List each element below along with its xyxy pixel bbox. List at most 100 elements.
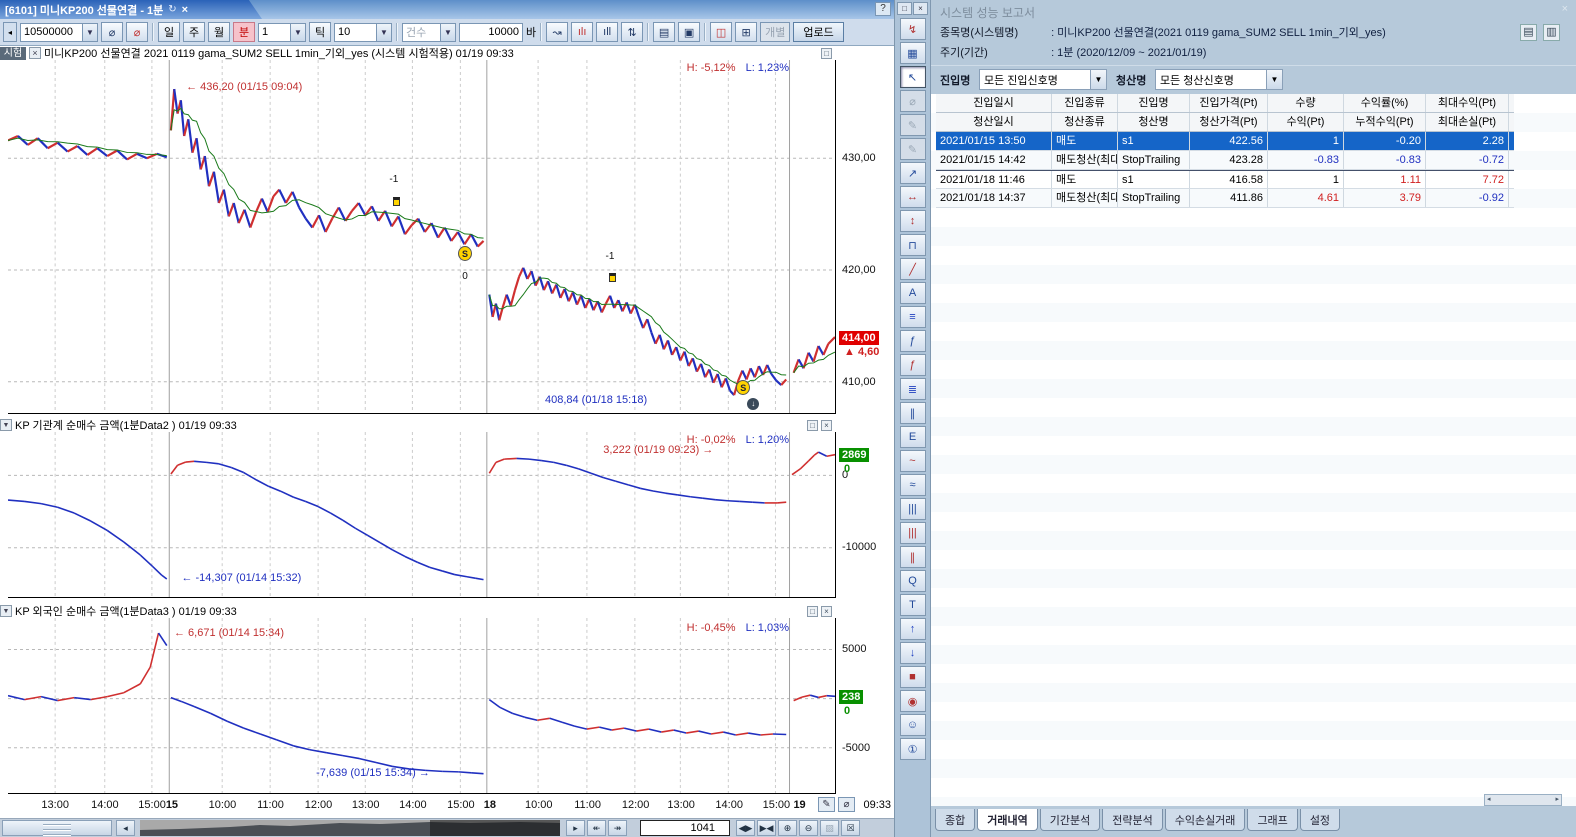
text-tool-icon[interactable]: A [900, 282, 926, 304]
info-icon[interactable]: ① [900, 738, 926, 760]
close-scroll-button[interactable]: ☒ [841, 820, 860, 836]
fibonacci-fan-icon[interactable]: ƒ [900, 354, 926, 376]
fast-forward-button[interactable]: ↠ [608, 820, 627, 836]
record-icon[interactable]: ◉ [900, 690, 926, 712]
pane-close-icon[interactable]: × [821, 606, 832, 617]
report-tab-2[interactable]: 거래내역 [977, 809, 1037, 831]
upload-button[interactable]: 업로드 [793, 22, 843, 42]
report-tab-5[interactable]: 수익손실거래 [1165, 809, 1246, 831]
arrow-down-icon[interactable]: ↓ [900, 642, 926, 664]
sort-updown-icon[interactable]: ⇅ [621, 22, 643, 42]
quote-icon[interactable]: Q [900, 570, 926, 592]
period-month-button[interactable]: 월 [208, 22, 230, 42]
fibonacci-icon[interactable]: ƒ [900, 330, 926, 352]
stop-icon[interactable]: ■ [900, 666, 926, 688]
report-close-icon[interactable]: × [1562, 3, 1568, 15]
channel-icon[interactable]: ⊓ [900, 234, 926, 256]
bars-red-icon[interactable]: ||| [900, 522, 926, 544]
report-tab-3[interactable]: 기간분석 [1040, 809, 1100, 831]
pane-dropdown-icon[interactable]: ▼ [0, 605, 12, 617]
save-report-icon[interactable]: ▤ [1520, 24, 1537, 41]
institutional-pane-title: KP 기관계 순매수 금액(1분Data2 ) 01/19 09:33 [15, 417, 237, 433]
capture-icon[interactable]: ▣ [678, 22, 700, 42]
chart-window-tab[interactable]: [6101] 미니KP200 선물연결 - 1분 ↻ × [0, 0, 262, 19]
curve-icon[interactable]: ~ [900, 450, 926, 472]
fast-back-button[interactable]: ↞ [587, 820, 606, 836]
refresh-icon[interactable]: ↯ [900, 18, 926, 40]
trendline-chart-icon[interactable]: ↗ [900, 162, 926, 184]
scroll-left-icon[interactable]: ◂ [116, 820, 135, 836]
exit-filter-select[interactable]: 모든 청산신호명▼ [1155, 69, 1283, 90]
pane-dropdown-icon[interactable]: ▼ [0, 419, 12, 431]
pane-close-icon[interactable]: × [821, 420, 832, 431]
elliott-wave-icon[interactable]: Ε [900, 426, 926, 448]
hatch-icon[interactable]: ∥ [900, 546, 926, 568]
expand-button[interactable]: ◀▶ [736, 820, 755, 836]
close-window-button[interactable]: × [913, 2, 928, 15]
smiley-icon[interactable]: ☺ [900, 714, 926, 736]
wave-icon[interactable]: ≈ [900, 474, 926, 496]
trade-row[interactable]: 2021/01/18 14:37매도청산(최대StopTrailing411.8… [936, 189, 1514, 208]
report-tab-1[interactable]: 종합 [935, 809, 975, 831]
table-hscrollbar[interactable]: ◂▸ [1484, 794, 1562, 806]
pane-restore-icon[interactable]: □ [807, 606, 818, 617]
entry-filter-select[interactable]: 모든 진입신호명▼ [979, 69, 1107, 90]
period-minute-button[interactable]: 분 [233, 22, 255, 42]
minimap-visible-range[interactable] [430, 820, 560, 836]
restore-window-button[interactable]: □ [897, 2, 912, 15]
search-icon[interactable]: ⌀ [101, 22, 123, 42]
grid-chart-icon[interactable]: ⊞ [735, 22, 757, 42]
foreigner-net-buy-chart[interactable]: H: -0,45%L: 1,03% ← 6,671 (01/14 15:34)-… [8, 618, 836, 794]
pane-maximize-icon[interactable]: □ [821, 48, 832, 59]
trade-row[interactable]: 2021/01/15 14:42매도청산(최대StopTrailing423.2… [936, 151, 1514, 170]
collapse-button[interactable]: ▶◀ [757, 820, 776, 836]
bar-counter[interactable]: 1041 [640, 820, 730, 836]
cursor-icon[interactable]: ↖ [900, 66, 926, 88]
chart-minimap[interactable] [140, 820, 560, 836]
tick-button[interactable]: 틱 [309, 22, 331, 42]
chart-scrollbar[interactable]: ◂ 1041 ▸↞↠◀▶▶◀⊕⊖▨☒ [0, 818, 894, 837]
scrollbar-thumb[interactable] [2, 820, 112, 836]
horizontal-lines-icon[interactable]: ≡ [900, 306, 926, 328]
help-button[interactable]: ? [875, 2, 891, 16]
tab-close-icon[interactable]: × [182, 4, 188, 16]
pane-restore-icon[interactable]: □ [807, 420, 818, 431]
parallel-lines-icon[interactable]: ∥ [900, 402, 926, 424]
trade-row[interactable]: 2021/01/18 11:46매도s1416.5811.117.72 [936, 170, 1514, 189]
account-select[interactable]: 10500000▼ [20, 23, 98, 42]
tick-value-select[interactable]: 10▼ [334, 23, 392, 42]
minute-value-select[interactable]: 1▼ [258, 23, 306, 42]
label-icon[interactable]: T [900, 594, 926, 616]
print-report-icon[interactable]: ▥ [1543, 24, 1560, 41]
report-tab-6[interactable]: 그래프 [1247, 809, 1297, 831]
zoom-in-button[interactable]: ⊕ [778, 820, 797, 836]
zoom-out-button[interactable]: ⊖ [799, 820, 818, 836]
trade-row[interactable]: 2021/01/15 13:50매도s1422.561-0.202.28 [936, 132, 1514, 151]
grid-layout-icon[interactable]: ▦ [900, 42, 926, 64]
multi-line-icon[interactable]: ≣ [900, 378, 926, 400]
play-button[interactable]: ▸ [566, 820, 585, 836]
new-window-icon[interactable]: ▤ [653, 22, 675, 42]
period-day-button[interactable]: 일 [158, 22, 180, 42]
horizontal-segment-icon[interactable]: ↔ [900, 186, 926, 208]
bars-icon[interactable]: ||| [900, 498, 926, 520]
period-week-button[interactable]: 주 [183, 22, 205, 42]
tab-refresh-icon[interactable]: ↻ [168, 4, 176, 15]
chart-style-icon[interactable]: ↝ [546, 22, 568, 42]
zoom-tool-icon[interactable]: ⌀ [838, 797, 855, 812]
report-tab-7[interactable]: 설정 [1300, 809, 1340, 831]
split-chart-icon[interactable]: ◫ [710, 22, 732, 42]
search-reset-icon[interactable]: ⌀ [126, 22, 148, 42]
price-chart[interactable]: H: -5,12%L: 1,23% ← 436,20 (01/15 09:04)… [8, 60, 836, 414]
arrow-up-icon[interactable]: ↑ [900, 618, 926, 640]
bar-count-input[interactable]: 10000 [459, 23, 523, 42]
scroll-left-button[interactable]: ◂ [3, 22, 17, 42]
tag-close-icon[interactable]: × [29, 47, 41, 59]
draw-tool-icon[interactable]: ✎ [818, 797, 835, 812]
diagonal-line-icon[interactable]: ╱ [900, 258, 926, 280]
report-tab-4[interactable]: 전략분석 [1102, 809, 1162, 831]
indicator-icon[interactable]: ılı [571, 22, 593, 42]
volume-icon[interactable]: ıll [596, 22, 618, 42]
institutional-net-buy-chart[interactable]: H: -0,02%L: 1,20% 3,222 (01/19 09:23) →←… [8, 432, 836, 598]
vertical-segment-icon[interactable]: ↕ [900, 210, 926, 232]
